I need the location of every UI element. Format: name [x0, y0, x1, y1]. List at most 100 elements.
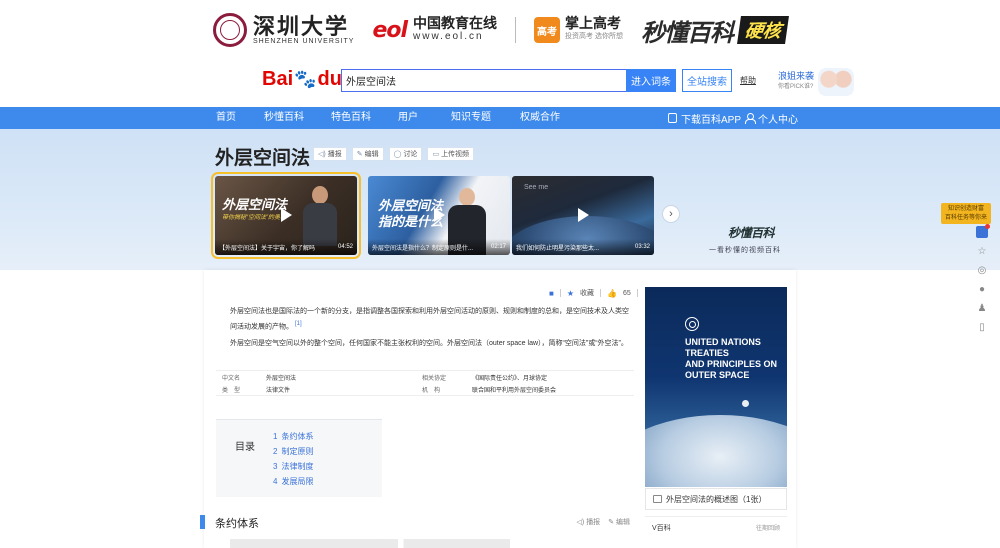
nav-item-topics[interactable]: 知识专题 [451, 107, 491, 129]
video-duration: 03:32 [634, 244, 650, 250]
section-title: 条约体系 [215, 518, 259, 530]
eol-mark: eol [372, 17, 408, 43]
wechat-icon[interactable]: ● [977, 284, 988, 295]
chevron-right-icon[interactable]: › [662, 205, 680, 223]
personal-center-link[interactable]: 个人中心 [745, 107, 798, 129]
moon-image [742, 400, 749, 407]
star-icon[interactable]: ★ [567, 289, 574, 298]
search-input[interactable]: 外层空间法 [341, 69, 626, 92]
speaker-icon: ◁) [318, 151, 326, 158]
toc-item[interactable]: 1 条约体系 [273, 429, 313, 444]
nav-item-home[interactable]: 首页 [216, 107, 236, 129]
zsgk-sub: 投资高考 选你所想 [565, 33, 623, 40]
table-of-contents: 目录 1 条约体系 2 制定原则 3 法律制度 4 发展局限 [216, 419, 382, 497]
paragraph-text: 外层空间法也是国际法的一个新的分支，是指调整各国探索和利用外层空间活动的原则、规… [230, 308, 629, 331]
gallery-icon [653, 495, 662, 503]
play-icon [281, 207, 292, 222]
gift-icon[interactable] [976, 224, 990, 238]
section-play-button[interactable]: ◁) 播报 [577, 517, 601, 527]
section-accent [200, 515, 205, 529]
miaodong-tagline: 一看秒懂的视频百科 [709, 247, 781, 254]
vbaike-more-link[interactable]: 往期回顾 [756, 523, 780, 532]
toc-item[interactable]: 2 制定原则 [273, 444, 313, 459]
weibo-icon[interactable]: ◎ [977, 265, 988, 276]
vbaike-header: V百科 往期回顾 [645, 516, 787, 538]
toc-item[interactable]: 3 法律制度 [273, 459, 313, 474]
video-duration: 04:52 [337, 244, 353, 250]
toc-label: 目录 [235, 442, 255, 453]
discuss-button[interactable]: ◯ 讨论 [388, 147, 423, 161]
video-caption-text: 外层空间法是指什么？制定原则是什... [372, 245, 474, 252]
mobile-icon[interactable]: ▯ [977, 322, 988, 333]
image-caption-text: 外层空间法的概述图（1张） [666, 494, 767, 504]
nav-item-users[interactable]: 用户 [398, 107, 418, 129]
share-square-icon[interactable]: ■ [549, 289, 554, 298]
szu-en: SHENZHEN UNIVERSITY [253, 37, 355, 45]
reference-link[interactable]: [1] [295, 321, 302, 327]
page-title: 外层空间法 [215, 148, 311, 169]
szu-logo[interactable]: 深圳大学 SHENZHEN UNIVERSITY [213, 13, 354, 47]
logo-bai: Bai [262, 67, 294, 90]
download-app-link[interactable]: 下载百科APP [668, 107, 741, 129]
nav-item-miaodong[interactable]: 秒懂百科 [264, 107, 304, 129]
miaodong-logo[interactable]: 秒懂百科 硬核 [641, 13, 789, 48]
section-edit-button[interactable]: ✎ 编辑 [608, 517, 630, 527]
zsgk-logo[interactable]: 高考 掌上高考 投资高考 选你所想 [534, 15, 623, 43]
promo-banner[interactable]: 浪姐来袭 你看PICK谁? [778, 68, 855, 96]
summary-image[interactable]: UNITED NATIONS TREATIES AND PRINCIPLES O… [645, 287, 787, 487]
qq-icon[interactable]: ♟ [977, 303, 988, 314]
video-overlay-title: 外层空间法 [222, 197, 288, 212]
eol-url: www.eol.cn [413, 31, 484, 42]
video-watermark: See me [524, 184, 549, 191]
promo-title: 浪姐来袭 [778, 71, 815, 81]
partner-bar: 深圳大学 SHENZHEN UNIVERSITY eol 中国教育在线 www.… [0, 0, 1000, 60]
thumbs-up-icon[interactable]: 👍 [607, 289, 617, 298]
collect-label[interactable]: 收藏 [580, 288, 594, 298]
discuss-label: 讨论 [403, 151, 418, 158]
zsgk-icon: 高考 [534, 17, 561, 43]
szu-seal-icon [213, 13, 247, 47]
video-card-1[interactable]: 外层空间法 带你揭秘“空间法”的奥秘 【外层空间法】关于宇宙，你了解吗 04:5… [211, 172, 361, 259]
table-row: 类 型 法律文件 机 构 联合国和平利用外层空间委员会 [222, 387, 557, 394]
pencil-icon: ✎ [356, 151, 363, 158]
video-caption: 我们如何防止明星污染那些太... 03:32 [512, 239, 654, 255]
presenter-image [303, 186, 337, 246]
play-button[interactable]: ◁) 播报 [313, 147, 347, 161]
vbaike-label: V百科 [652, 524, 671, 532]
likes-count: 65 [622, 289, 631, 297]
star-icon[interactable]: ☆ [977, 246, 988, 257]
image-caption[interactable]: 外层空间法的概述图（1张） [645, 488, 787, 510]
edit-button[interactable]: ✎ 编辑 [351, 147, 384, 161]
help-link[interactable]: 帮助 [740, 75, 756, 86]
video-card-3[interactable]: See me 我们如何防止明星污染那些太... 03:32 [512, 176, 654, 255]
play-icon [578, 207, 589, 222]
site-search-button[interactable]: 全站搜索 [682, 69, 732, 92]
task-badge[interactable]: 知识创造财富 百科任务等你来 [941, 203, 991, 224]
logo-du: du [317, 67, 342, 90]
nav-item-special[interactable]: 特色百科 [331, 107, 371, 129]
download-app-label: 下载百科APP [681, 114, 742, 126]
nav-item-cooperation[interactable]: 权威合作 [520, 107, 560, 129]
title-actions: ◁) 播报 ✎ 编辑 ◯ 讨论 ▭ 上传视频 [313, 147, 475, 161]
partner-logos: 深圳大学 SHENZHEN UNIVERSITY eol 中国教育在线 www.… [213, 13, 789, 48]
paragraph-text: 外层空间是空气空间以外的整个空间，任何国家不能主张权利的空间。外层空间法（out… [230, 340, 628, 347]
personal-center-label: 个人中心 [758, 114, 798, 126]
side-toolbar: ☆ ◎ ● ♟ ▯ [972, 224, 992, 333]
video-caption-text: 我们如何防止明星污染那些太... [516, 245, 600, 252]
video-card-2[interactable]: 外层空间法 指的是什么 外层空间法是指什么？制定原则是什... 02:17 [368, 176, 510, 255]
edit-label: 编辑 [364, 151, 379, 158]
yinghe-badge: 硬核 [737, 16, 789, 44]
promo-sub: 你看PICK谁? [778, 84, 814, 90]
upload-video-button[interactable]: ▭ 上传视频 [427, 147, 475, 161]
user-icon [745, 113, 756, 124]
eol-logo[interactable]: eol 中国教育在线 www.eol.cn [372, 16, 497, 44]
table-row: 中文名 外层空间法 相关协定 《国际责任公约》、月球协定 [222, 375, 548, 382]
zsgk-name: 掌上高考 [565, 15, 622, 31]
video-caption: 【外层空间法】关于宇宙，你了解吗 04:52 [215, 239, 357, 255]
enter-entry-button[interactable]: 进入词条 [626, 69, 676, 92]
toc-item[interactable]: 4 发展局限 [273, 474, 313, 489]
main-nav: 首页 秒懂百科 特色百科 用户 知识专题 权威合作 下载百科APP 个人中心 [0, 107, 1000, 129]
earth-image [645, 415, 787, 487]
chat-icon: ◯ [393, 151, 402, 158]
szu-name: 深圳大学 [253, 13, 350, 40]
